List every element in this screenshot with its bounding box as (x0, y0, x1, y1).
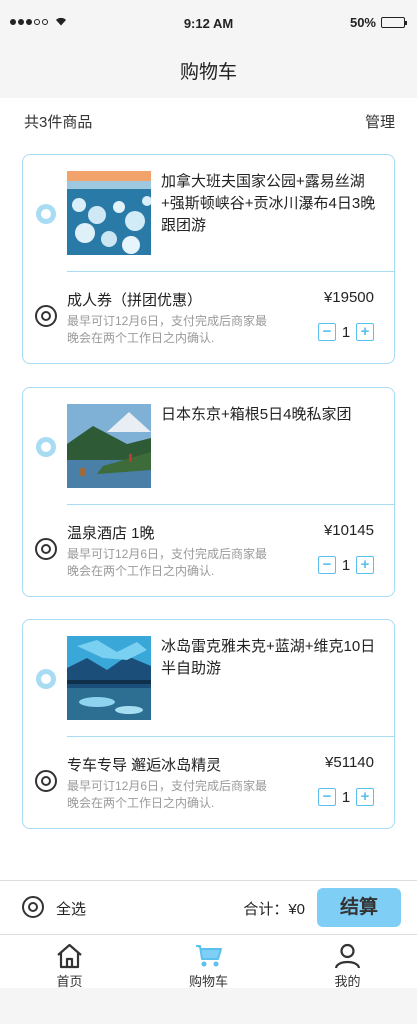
item-count: 共3件商品 (24, 114, 93, 131)
divider (67, 504, 394, 505)
item-price: ¥19500 (323, 289, 374, 306)
cart-card: 冰岛雷克雅未克+蓝湖+维克10日半自助游 专车专导 邂逅冰岛精灵 最早可订12月… (22, 619, 395, 829)
item-price: ¥51140 (325, 754, 374, 771)
item-name: 温泉酒店 1晚 (67, 525, 155, 542)
package-title[interactable]: 加拿大班夫国家公园+露易丝湖+强斯顿峡谷+贡冰川瀑布4日3晚跟团游 (161, 171, 381, 237)
package-title[interactable]: 冰岛雷克雅未克+蓝湖+维克10日半自助游 (161, 636, 381, 680)
decrease-button[interactable]: − (318, 323, 336, 341)
quantity-value: 1 (341, 788, 351, 806)
product-image[interactable] (67, 636, 151, 720)
home-icon (57, 943, 82, 969)
item-select-radio[interactable] (35, 305, 57, 327)
page-title: 购物车 (179, 62, 237, 83)
item-name: 专车专导 邂逅冰岛精灵 (67, 757, 222, 774)
status-bar: 9:12 AM 50% (0, 0, 417, 48)
package-select-radio[interactable] (36, 669, 56, 689)
item-name: 成人券（拼团优惠） (67, 292, 203, 309)
decrease-button[interactable]: − (318, 556, 336, 574)
quantity-value: 1 (341, 556, 351, 574)
select-all-radio[interactable] (22, 896, 44, 918)
item-select-radio[interactable] (35, 538, 57, 560)
cart-card: 日本东京+箱根5日4晚私家团 温泉酒店 1晚 最早可订12月6日，支付完成后商家… (22, 387, 395, 597)
package-title[interactable]: 日本东京+箱根5日4晚私家团 (161, 404, 381, 426)
product-image[interactable] (67, 404, 151, 488)
booking-note: 最早可订12月6日，支付完成后商家最晚会在两个工作日之内确认. (67, 779, 268, 810)
increase-button[interactable]: + (356, 556, 374, 574)
tab-bar: 首页 购物车 我的 (0, 934, 417, 989)
decrease-button[interactable]: − (318, 788, 336, 806)
bottom-spacer (0, 988, 417, 1024)
battery-percent: 50% (349, 15, 376, 30)
package-select-radio[interactable] (36, 204, 56, 224)
cart-card: 加拿大班夫国家公园+露易丝湖+强斯顿峡谷+贡冰川瀑布4日3晚跟团游 成人券（拼团… (22, 154, 395, 364)
cart-icon (196, 945, 222, 967)
quantity-stepper: − 1 + (318, 556, 374, 574)
cart-summary: 共3件商品 管理 (0, 98, 417, 142)
manage-button[interactable]: 管理 (365, 111, 395, 132)
tab-profile[interactable]: 我的 (278, 935, 417, 989)
divider (67, 271, 394, 272)
cart-footer: 全选 合计：¥0 结算 (0, 880, 417, 934)
quantity-value: 1 (341, 323, 351, 341)
quantity-stepper: − 1 + (318, 323, 374, 341)
package-select-radio[interactable] (36, 437, 56, 457)
item-select-radio[interactable] (35, 770, 57, 792)
select-all-label[interactable]: 全选 (56, 898, 86, 919)
tab-home[interactable]: 首页 (0, 935, 139, 989)
increase-button[interactable]: + (356, 323, 374, 341)
increase-button[interactable]: + (356, 788, 374, 806)
battery-icon (381, 17, 407, 28)
booking-note: 最早可订12月6日，支付完成后商家最晚会在两个工作日之内确认. (67, 314, 268, 345)
item-price: ¥10145 (323, 522, 374, 539)
user-icon (334, 943, 361, 969)
quantity-stepper: − 1 + (318, 788, 374, 806)
checkout-button[interactable]: 结算 (317, 888, 401, 927)
cart-content: 共3件商品 管理 加拿大班夫国家公园+露易丝湖+强斯顿峡谷+贡冰川瀑布4日3晚跟… (0, 98, 417, 880)
booking-note: 最早可订12月6日，支付完成后商家最晚会在两个工作日之内确认. (67, 547, 268, 578)
nav-bar: 购物车 (0, 48, 417, 98)
divider (67, 736, 394, 737)
tab-cart[interactable]: 购物车 (139, 935, 278, 989)
total-amount: 合计：¥0 (243, 901, 305, 918)
product-image[interactable] (67, 171, 151, 255)
